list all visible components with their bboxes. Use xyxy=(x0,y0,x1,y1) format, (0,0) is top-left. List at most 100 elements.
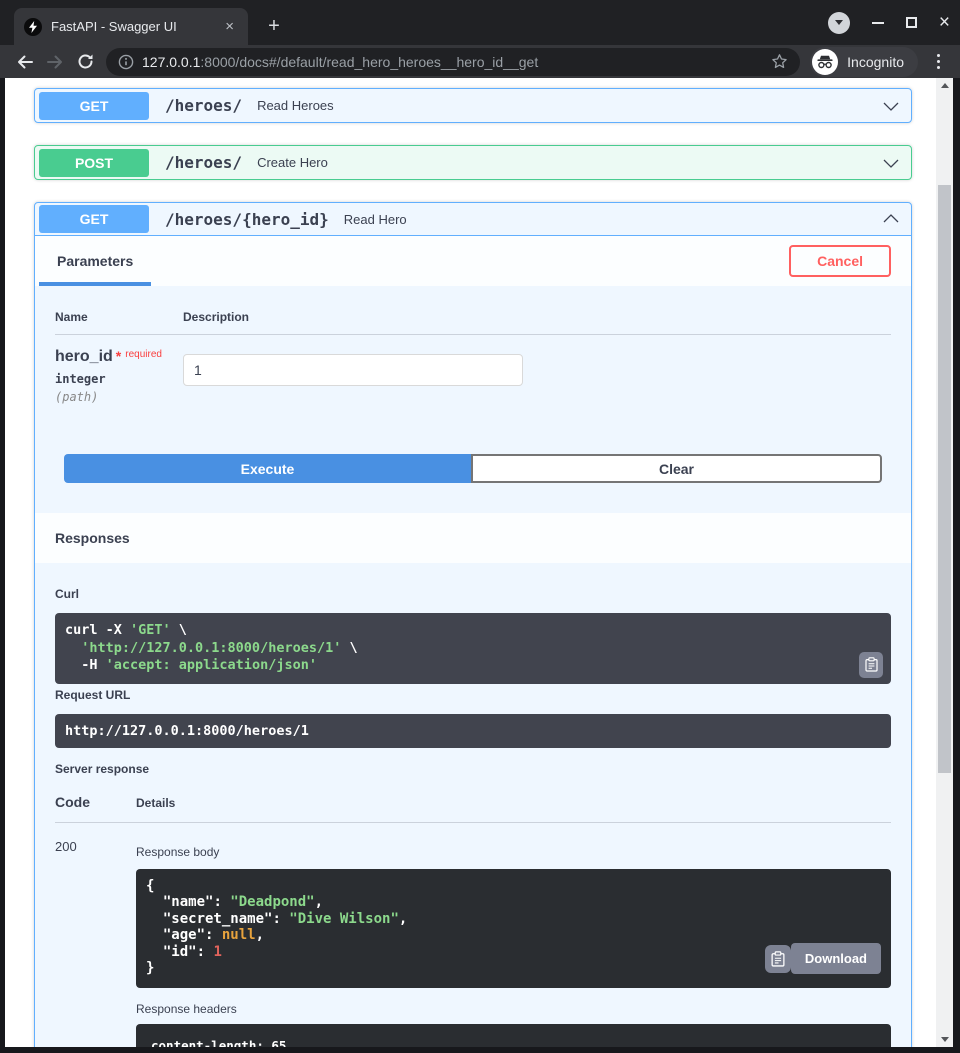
triangle-up-icon xyxy=(940,83,949,88)
response-body-code: { "name": "Deadpond", "secret_name": "Di… xyxy=(136,868,891,988)
code-column-header: Code xyxy=(55,793,90,810)
page-scrollbar[interactable] xyxy=(936,78,953,1047)
opblock-read-hero-header[interactable]: GET /heroes/{hero_id} Read Hero xyxy=(35,203,911,236)
maximize-button[interactable] xyxy=(905,17,917,28)
status-code: 200 xyxy=(55,838,77,854)
address-bar[interactable]: 127.0.0.1:8000/docs#/default/read_hero_h… xyxy=(106,47,801,76)
incognito-label: Incognito xyxy=(847,53,904,70)
new-tab-button[interactable]: + xyxy=(260,12,288,40)
method-badge-get: GET xyxy=(39,205,149,233)
hero-id-input[interactable] xyxy=(183,354,523,386)
url-path: :8000/docs#/default/read_hero_heroes__he… xyxy=(200,53,539,70)
responses-title: Responses xyxy=(55,530,130,546)
parameters-table: Name Description hero_id * required inte… xyxy=(35,286,911,404)
operation-summary: Read Hero xyxy=(343,211,407,227)
forward-arrow-icon xyxy=(47,55,62,68)
execute-button[interactable]: Execute xyxy=(64,454,471,483)
opblock-body: Parameters Cancel Name Description hero_… xyxy=(35,236,911,1047)
description-column-header: Description xyxy=(183,310,250,324)
json-line: "age": null, xyxy=(146,927,265,944)
parameter-type: integer xyxy=(55,372,106,386)
operation-path: /heroes/ xyxy=(165,153,243,172)
details-column-header: Details xyxy=(136,795,176,810)
url-text[interactable]: 127.0.0.1:8000/docs#/default/read_hero_h… xyxy=(142,54,765,70)
close-button[interactable]: × xyxy=(939,13,950,32)
response-copy-button[interactable] xyxy=(765,944,791,973)
operation-summary: Read Heroes xyxy=(257,98,334,113)
response-body-label: Response body xyxy=(136,844,220,859)
download-button[interactable]: Download xyxy=(790,942,881,974)
tab-parameters[interactable]: Parameters xyxy=(38,236,152,286)
reload-button[interactable] xyxy=(70,48,100,76)
window-titlebar: FastAPI - Swagger UI × + × xyxy=(0,0,960,45)
browser-toolbar: 127.0.0.1:8000/docs#/default/read_hero_h… xyxy=(0,45,960,78)
info-icon[interactable] xyxy=(118,54,134,70)
parameters-table-head: Name Description xyxy=(55,286,891,335)
parameter-description-cell xyxy=(183,348,523,404)
operation-path: /heroes/ xyxy=(165,96,243,115)
scrollbar-thumb[interactable] xyxy=(938,185,951,773)
expand-chevron-button[interactable] xyxy=(881,96,901,116)
browser-menu-button[interactable] xyxy=(926,48,950,76)
tab-title: FastAPI - Swagger UI xyxy=(51,19,177,34)
tab-close-icon[interactable]: × xyxy=(221,17,238,36)
responses-section-header: Responses xyxy=(35,513,911,563)
response-details-cell: Response body { "name": "Deadpond", "sec… xyxy=(136,839,891,1047)
forward-button[interactable] xyxy=(40,48,70,76)
parameter-name: hero_id xyxy=(55,348,113,365)
parameters-section-header: Parameters Cancel xyxy=(35,236,911,286)
chevron-up-icon xyxy=(883,214,899,223)
parameter-location: (path) xyxy=(55,390,99,404)
window-controls: × xyxy=(827,0,950,45)
method-badge-get: GET xyxy=(39,91,149,120)
curl-label: Curl xyxy=(55,587,79,601)
response-row: 200 Response body { "name": "Deadpond", … xyxy=(55,823,891,1047)
request-url-value: http://127.0.0.1:8000/heroes/1 xyxy=(55,713,891,748)
opblock-create-hero-header[interactable]: POST /heroes/ Create Hero xyxy=(35,146,911,179)
minimize-button[interactable] xyxy=(871,21,884,24)
curl-line-3: -H 'accept: application/json' xyxy=(65,657,317,674)
star-icon xyxy=(772,54,787,69)
clipboard-copy-icon xyxy=(864,657,878,672)
operation-summary: Create Hero xyxy=(257,155,328,170)
response-headers-code: content-length: 65 content-type: applica… xyxy=(136,1023,891,1047)
expand-chevron-button[interactable] xyxy=(881,153,901,173)
parameter-name-cell: hero_id * required integer (path) xyxy=(55,348,183,404)
collapse-chevron-button[interactable] xyxy=(881,209,901,229)
chevron-down-icon xyxy=(834,20,843,25)
execute-wrapper: Execute Clear xyxy=(35,404,911,513)
opblock-read-heroes-header[interactable]: GET /heroes/ Read Heroes xyxy=(35,89,911,122)
window-menu-button[interactable] xyxy=(827,11,850,34)
scroll-down-button[interactable] xyxy=(936,1032,953,1047)
opblock-read-hero: GET /heroes/{hero_id} Read Hero Paramete… xyxy=(34,202,912,1047)
clear-button[interactable]: Clear xyxy=(471,454,882,483)
triangle-down-icon xyxy=(940,1037,949,1042)
incognito-badge: Incognito xyxy=(810,46,918,77)
curl-copy-button[interactable] xyxy=(859,651,883,678)
browser-tab[interactable]: FastAPI - Swagger UI × xyxy=(14,8,248,45)
request-url-label: Request URL xyxy=(55,687,131,702)
opblock-create-hero: POST /heroes/ Create Hero xyxy=(34,145,912,180)
required-asterisk: * xyxy=(115,348,122,364)
response-table-head: Code Details xyxy=(55,788,891,823)
json-line: "secret_name": "Dive Wilson", xyxy=(146,910,408,927)
incognito-icon xyxy=(812,48,839,75)
opblock-read-heroes: GET /heroes/ Read Heroes xyxy=(34,88,912,123)
cancel-button[interactable]: Cancel xyxy=(789,245,891,277)
swagger-page: GET /heroes/ Read Heroes POST /heroes/ C… xyxy=(5,78,936,1047)
back-arrow-icon xyxy=(18,55,33,68)
response-headers-label: Response headers xyxy=(136,1001,237,1016)
reload-icon xyxy=(78,54,92,69)
server-response-label: Server response xyxy=(55,761,150,776)
response-header-line: content-length: 65 xyxy=(151,1037,287,1047)
json-line: "name": "Deadpond", xyxy=(146,894,324,911)
scroll-up-button[interactable] xyxy=(936,78,953,93)
method-badge-post: POST xyxy=(39,148,149,177)
bookmark-star-button[interactable] xyxy=(771,53,788,70)
responses-body: Curl curl -X 'GET' \ 'http://127.0.0.1:8… xyxy=(35,563,911,1047)
back-button[interactable] xyxy=(10,48,40,76)
clipboard-copy-icon xyxy=(771,951,785,967)
chevron-down-icon xyxy=(883,159,899,168)
name-column-header: Name xyxy=(55,310,88,324)
operation-path: /heroes/{hero_id} xyxy=(165,209,329,229)
